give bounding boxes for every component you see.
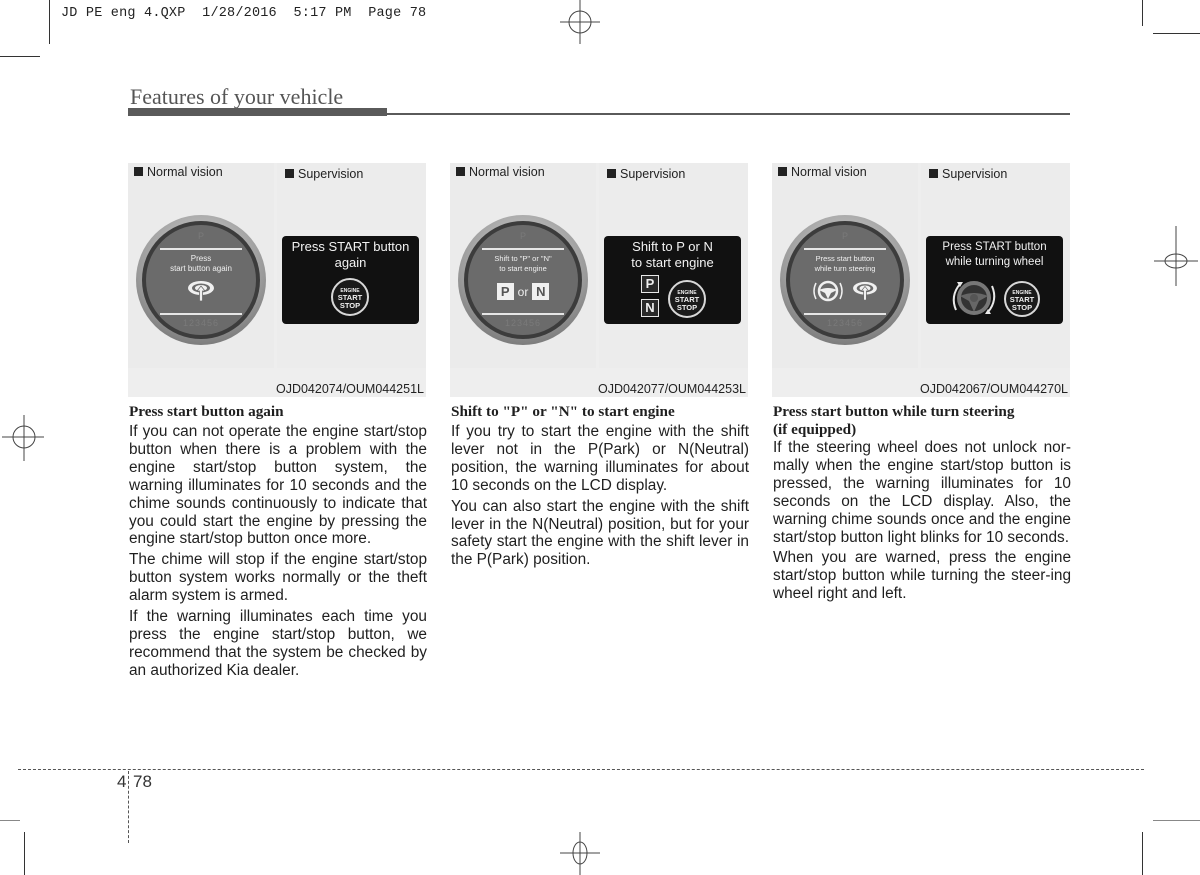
- bullet-square-icon: [778, 167, 787, 176]
- start-button-press-icon: [853, 281, 877, 301]
- engine-start-stop-button-icon: ENGINE START STOP: [1004, 281, 1040, 317]
- title-rule-thin: [387, 113, 1070, 115]
- crop-mark: [1153, 820, 1200, 821]
- figure-code: OJD042067/OUM044270L: [919, 382, 1068, 396]
- body-paragraph: When you are warned, press the engine st…: [773, 549, 1071, 603]
- lcd-display: Shift to P or N to start engine P N ENGI…: [604, 236, 741, 324]
- text-column-2: Shift to "P" or "N" to start engine If y…: [451, 403, 749, 572]
- slug-file: JD PE eng 4.QXP: [61, 6, 186, 21]
- section-title: Features of your vehicle: [130, 84, 344, 109]
- lcd-display: Press START button again ENGINE START ST…: [282, 236, 419, 324]
- registration-mark-bottom: [560, 832, 600, 875]
- crop-mark: [0, 56, 40, 57]
- print-slug: JD PE eng 4.QXP 1/28/2016 5:17 PM Page 7…: [61, 6, 426, 21]
- normal-vision-label: Normal vision: [778, 165, 867, 179]
- steering-wheel-turn-icon: [813, 280, 843, 302]
- title-rule-thick: [128, 108, 387, 116]
- body-paragraph: If you can not operate the engine start/…: [129, 423, 427, 548]
- column-heading: Shift to "P" or "N" to start engine: [451, 403, 675, 420]
- figure-press-start-again: Normal vision Supervision P Press start …: [128, 163, 426, 397]
- body-paragraph: You can also start the engine with the s…: [451, 497, 749, 569]
- page-number: 78: [133, 772, 152, 791]
- figure-code: OJD042077/OUM044253L: [597, 382, 746, 396]
- footer-divider: [128, 771, 129, 843]
- text-column-3: Press start button while turn steering (i…: [773, 403, 1071, 606]
- steering-wheel-rotate-icon: [952, 281, 996, 315]
- engine-start-stop-button-icon: ENGINE START STOP: [668, 280, 706, 318]
- engine-start-stop-button-icon: ENGINE START STOP: [331, 278, 369, 316]
- supervision-label: Supervision: [929, 167, 1007, 181]
- crop-mark: [0, 820, 20, 821]
- slug-page: Page 78: [368, 6, 427, 21]
- normal-vision-label: Normal vision: [134, 165, 223, 179]
- body-paragraph: If the steering wheel does not unlock no…: [773, 439, 1071, 546]
- registration-mark-right: [1154, 226, 1198, 286]
- figure-press-while-turn-steering: Normal vision Supervision P Press start …: [772, 163, 1070, 397]
- registration-mark-top: [560, 0, 600, 44]
- bullet-square-icon: [929, 169, 938, 178]
- cluster-gauge: P Shift to "P" or "N" to start engine P …: [458, 215, 588, 345]
- cluster-gauge: P Press start button while turn steering: [780, 215, 910, 345]
- start-button-press-icon: [188, 281, 214, 302]
- crop-mark: [1142, 832, 1143, 875]
- text-column-1: Press start button again If you can not …: [129, 403, 427, 683]
- gear-n-icon: N: [532, 283, 550, 300]
- gauge-face: P Press start button again 123456: [146, 225, 256, 335]
- figure-code: OJD042074/OUM044251L: [275, 382, 424, 396]
- bullet-square-icon: [134, 167, 143, 176]
- gauge-message: Shift to "P" or "N" to start engine: [494, 254, 552, 273]
- footer-rule: [18, 769, 1144, 770]
- lcd-message: Shift to P or N to start engine: [631, 239, 714, 270]
- lcd-message: Press START button while turning wheel: [942, 241, 1047, 268]
- gauge-message: Press start button while turn steering: [814, 254, 876, 273]
- body-paragraph: If you try to start the engine with the …: [451, 423, 749, 494]
- gauge-face: P Shift to "P" or "N" to start engine P …: [468, 225, 578, 335]
- registration-mark-left: [2, 415, 44, 461]
- body-paragraph: If the warning illuminates each time you…: [129, 608, 427, 679]
- crop-mark: [49, 0, 50, 44]
- bullet-square-icon: [607, 169, 616, 178]
- supervision-label: Supervision: [285, 167, 363, 181]
- slug-date: 1/28/2016: [202, 6, 277, 21]
- cluster-gauge: P Press start button again 123456: [136, 215, 266, 345]
- body-paragraph: The chime will stop if the engine start/…: [129, 551, 427, 605]
- crop-mark: [24, 832, 25, 875]
- chapter-number: 4: [117, 772, 127, 791]
- column-heading: Press start button while turn steering (i…: [773, 403, 1015, 438]
- supervision-label: Supervision: [607, 167, 685, 181]
- bullet-square-icon: [456, 167, 465, 176]
- crop-mark: [1153, 33, 1200, 34]
- bullet-square-icon: [285, 169, 294, 178]
- lcd-message: Press START button again: [291, 239, 410, 270]
- gauge-message: Press start button again: [170, 254, 232, 273]
- gear-p-icon: P: [641, 275, 659, 293]
- figure-shift-p-or-n: Normal vision Supervision P Shift to "P"…: [450, 163, 748, 397]
- gauge-face: P Press start button while turn steering: [790, 225, 900, 335]
- slug-time: 5:17 PM: [293, 6, 352, 21]
- crop-mark: [1142, 0, 1143, 26]
- gear-n-icon: N: [641, 299, 659, 317]
- column-heading: Press start button again: [129, 403, 284, 420]
- normal-vision-label: Normal vision: [456, 165, 545, 179]
- lcd-display: Press START button while turning wheel E…: [926, 236, 1063, 324]
- gear-p-icon: P: [496, 283, 514, 300]
